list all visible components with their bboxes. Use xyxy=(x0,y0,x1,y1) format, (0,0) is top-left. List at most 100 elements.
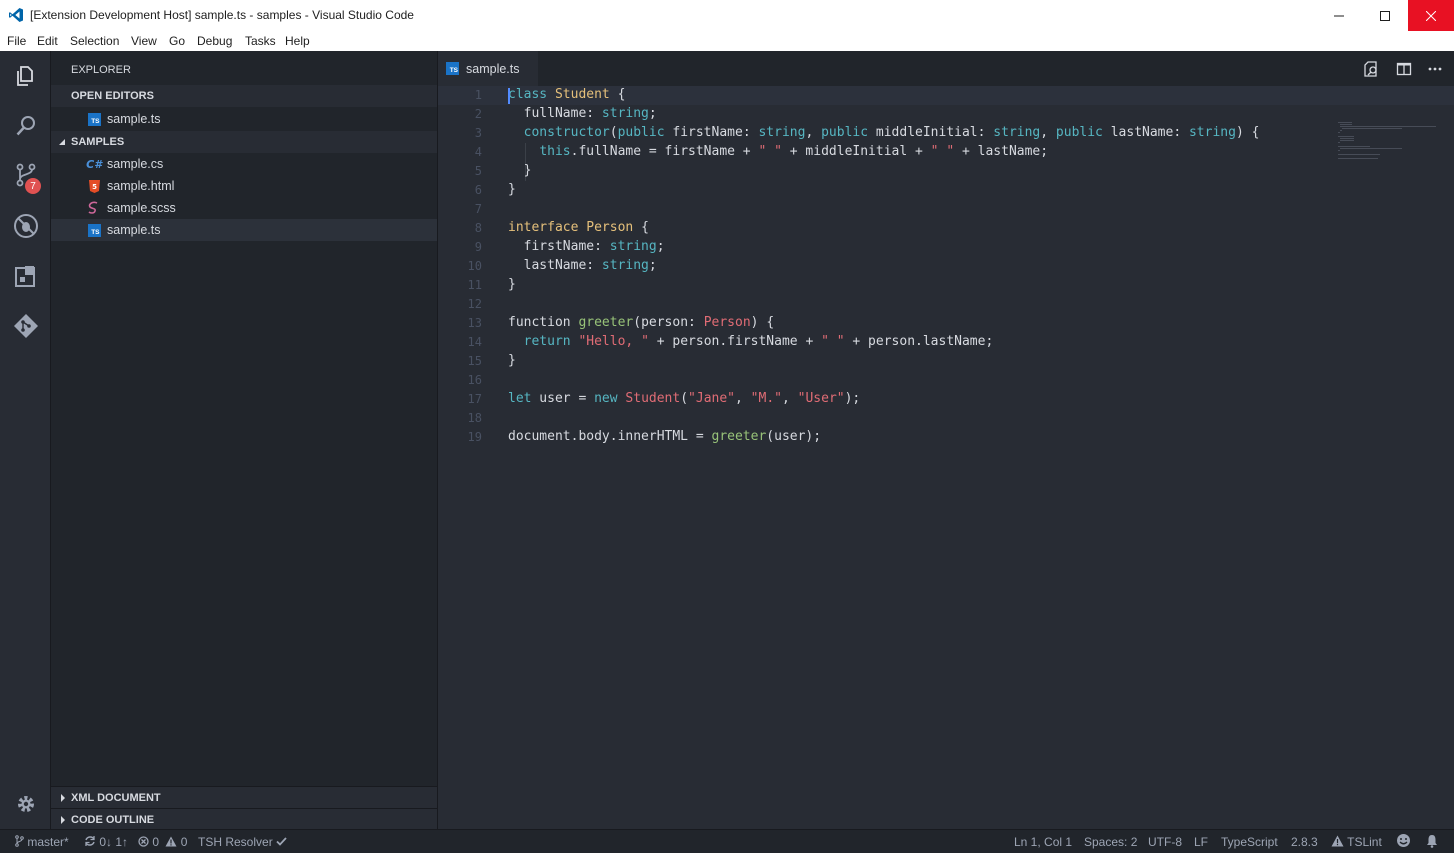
menu-tasks[interactable]: Tasks xyxy=(245,34,276,48)
svg-text:5: 5 xyxy=(92,183,97,191)
line-number: 14 xyxy=(467,335,482,349)
tab-sample-ts[interactable]: TS sample.ts xyxy=(438,51,538,86)
branch-status[interactable]: master* xyxy=(15,835,69,849)
typescript-file-icon: TS xyxy=(446,62,459,75)
typescript-version[interactable]: 2.8.3 xyxy=(1291,835,1318,849)
scm-badge: 7 xyxy=(25,178,41,194)
line-number: 9 xyxy=(474,240,482,254)
file-item-sample-html[interactable]: 5 sample.html xyxy=(51,175,437,197)
window-title: [Extension Development Host] sample.ts -… xyxy=(30,8,414,22)
csharp-file-icon: C# xyxy=(86,157,102,171)
encoding-status[interactable]: UTF-8 xyxy=(1148,835,1182,849)
more-actions-icon[interactable] xyxy=(1426,60,1444,78)
code-line: 14 return "Hello, " + person.firstName +… xyxy=(438,333,1454,352)
sync-status[interactable]: 0↓ 1↑ xyxy=(84,835,128,849)
open-changes-icon[interactable] xyxy=(1363,60,1381,78)
split-editor-icon[interactable] xyxy=(1395,60,1413,78)
samples-header[interactable]: SAMPLES xyxy=(51,131,437,153)
code-line: 11} xyxy=(438,276,1454,295)
code-line: 16 xyxy=(438,371,1454,390)
resolver-label: TSH Resolver xyxy=(198,835,273,849)
branch-icon xyxy=(15,835,24,847)
menu-bar: File Edit Selection View Go Debug Tasks … xyxy=(0,31,1454,51)
language-mode[interactable]: TypeScript xyxy=(1221,835,1278,849)
error-icon xyxy=(138,836,149,847)
xml-document-header[interactable]: XML DOCUMENT xyxy=(51,786,437,809)
code-line: 9 firstName: string; xyxy=(438,238,1454,257)
file-name: sample.ts xyxy=(107,223,161,237)
line-number: 10 xyxy=(467,259,482,273)
open-editor-item[interactable]: TS sample.ts xyxy=(51,108,437,130)
extensions-icon[interactable] xyxy=(13,263,39,289)
problems-status[interactable]: 0 0 xyxy=(138,835,187,849)
typescript-file-icon: TS xyxy=(87,223,101,237)
menu-file[interactable]: File xyxy=(7,34,26,48)
status-bar: master* 0↓ 1↑ 0 0 TSH Resolver Ln 1, Col… xyxy=(0,829,1454,853)
code-line: 8 interface Person { xyxy=(438,219,1454,238)
sync-counts: 0↓ 1↑ xyxy=(99,835,129,849)
sidebar-title: EXPLORER xyxy=(71,64,131,76)
git-icon[interactable] xyxy=(13,313,39,339)
tsh-resolver-status[interactable]: TSH Resolver xyxy=(198,835,287,849)
code-line: 3 constructor(public firstName: string, … xyxy=(438,124,1454,143)
code-editor[interactable]: 1 class Student { 2 fullName: string; 3 c… xyxy=(438,86,1454,829)
eol-status[interactable]: LF xyxy=(1194,835,1208,849)
debug-icon[interactable] xyxy=(13,213,39,239)
line-number: 1 xyxy=(474,88,482,102)
minimize-button[interactable] xyxy=(1316,0,1362,31)
line-number: 19 xyxy=(467,430,482,444)
code-line: 13 function greeter(person: Person) { xyxy=(438,314,1454,333)
line-number: 15 xyxy=(467,354,482,368)
menu-debug[interactable]: Debug xyxy=(197,34,232,48)
gear-icon[interactable] xyxy=(13,791,39,817)
editor-area: TS sample.ts 1 class Student { 2 fullName… xyxy=(438,51,1454,829)
menu-help[interactable]: Help xyxy=(285,34,310,48)
menu-edit[interactable]: Edit xyxy=(37,34,58,48)
tab-bar: TS sample.ts xyxy=(438,51,1454,86)
code-line: 12 xyxy=(438,295,1454,314)
warning-icon xyxy=(165,836,177,847)
warning-icon xyxy=(1331,835,1344,847)
file-item-sample-scss[interactable]: sample.scss xyxy=(51,197,437,219)
error-count: 0 xyxy=(152,835,160,849)
line-number: 5 xyxy=(474,164,482,178)
maximize-button[interactable] xyxy=(1362,0,1408,31)
title-bar: [Extension Development Host] sample.ts -… xyxy=(0,0,1454,32)
text-cursor xyxy=(508,88,510,104)
explorer-icon[interactable] xyxy=(13,63,39,89)
minimap[interactable] xyxy=(1338,122,1438,182)
chevron-down-icon xyxy=(59,139,65,145)
feedback-smiley-icon[interactable] xyxy=(1396,833,1411,851)
line-number: 3 xyxy=(474,126,482,140)
search-icon[interactable] xyxy=(13,113,39,139)
menu-view[interactable]: View xyxy=(131,34,157,48)
chevron-right-icon xyxy=(61,794,65,802)
samples-label: SAMPLES xyxy=(71,136,125,148)
menu-selection[interactable]: Selection xyxy=(70,34,119,48)
file-item-sample-cs[interactable]: C# sample.cs xyxy=(51,153,437,175)
line-number: 8 xyxy=(474,221,482,235)
line-number: 11 xyxy=(467,278,482,292)
tslint-label: TSLint xyxy=(1347,835,1382,849)
indentation-status[interactable]: Spaces: 2 xyxy=(1084,835,1137,849)
cursor-position[interactable]: Ln 1, Col 1 xyxy=(1014,835,1072,849)
file-item-sample-ts[interactable]: TS sample.ts xyxy=(51,219,437,241)
menu-go[interactable]: Go xyxy=(169,34,185,48)
file-name: sample.scss xyxy=(107,201,176,215)
line-number: 7 xyxy=(474,202,482,216)
open-editors-header[interactable]: OPEN EDITORS xyxy=(51,85,437,107)
line-number: 16 xyxy=(467,373,482,387)
code-line: 19 document.body.innerHTML = greeter(user… xyxy=(438,428,1454,447)
code-outline-header[interactable]: CODE OUTLINE xyxy=(51,808,437,831)
code-line: 17 let user = new Student("Jane", "M.", "… xyxy=(438,390,1454,409)
line-number: 4 xyxy=(474,145,482,159)
check-icon xyxy=(276,837,287,846)
tslint-status[interactable]: TSLint xyxy=(1331,835,1382,849)
notifications-bell-icon[interactable] xyxy=(1426,834,1438,851)
code-line: 7 xyxy=(438,200,1454,219)
close-button[interactable] xyxy=(1408,0,1454,31)
code-line: 4 this.fullName = firstName + " " + midd… xyxy=(438,143,1454,162)
typescript-file-icon: TS xyxy=(87,112,101,126)
line-number: 6 xyxy=(474,183,482,197)
html-file-icon: 5 xyxy=(87,179,101,193)
